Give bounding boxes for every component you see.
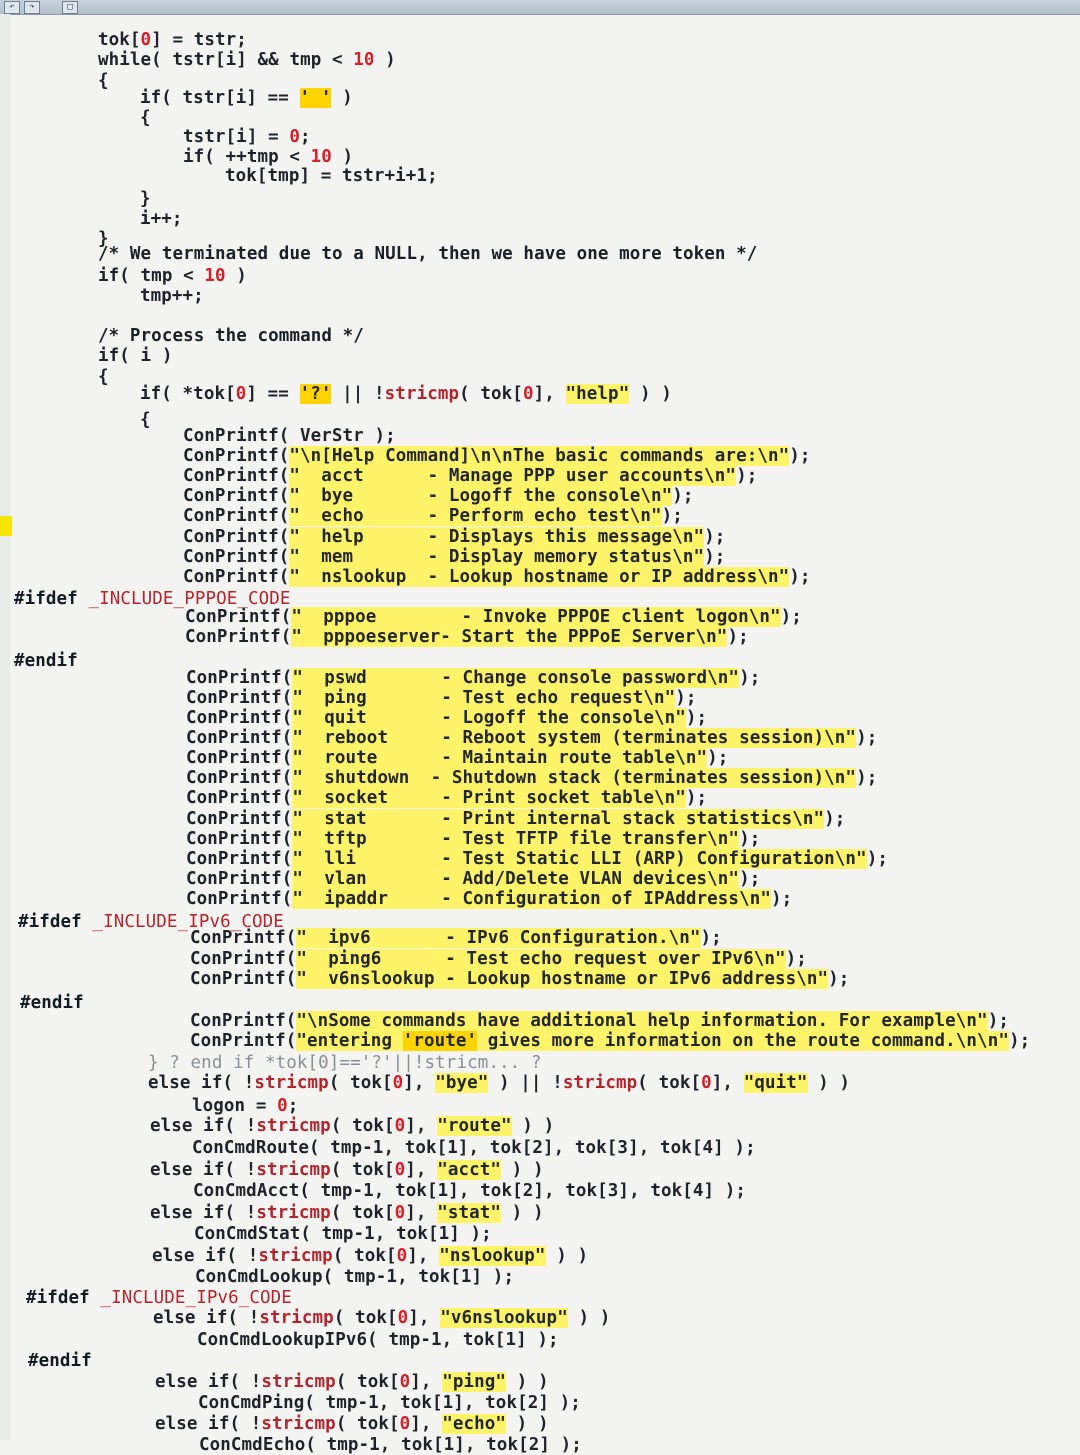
- code-line: {: [98, 71, 109, 91]
- preprocessor-endif-line: #endif: [14, 651, 78, 671]
- code-comment-line: /* Process the command */: [98, 326, 364, 346]
- code-line: ConPrintf(" help - Displays this message…: [183, 527, 726, 547]
- code-line: ConPrintf(" nslookup - Lookup hostname o…: [183, 567, 811, 587]
- code-line: ConPrintf(" v6nslookup - Lookup hostname…: [190, 969, 850, 989]
- code-line: ConPrintf(" shutdown - Shutdown stack (t…: [186, 768, 878, 788]
- code-line: ConCmdRoute( tmp-1, tok[1], tok[2], tok[…: [192, 1138, 756, 1158]
- code-line: if( *tok[0] == '?' || !stricmp( tok[0], …: [140, 384, 672, 404]
- code-line: ConPrintf(" vlan - Add/Delete VLAN devic…: [186, 869, 761, 889]
- code-line: if( tstr[i] == ' ' ): [140, 88, 353, 108]
- code-line: ConPrintf( VerStr );: [183, 426, 396, 446]
- code-line: ConPrintf(" bye - Logoff the console\n")…: [183, 486, 694, 506]
- ifdef-keyword: #ifdef: [14, 589, 78, 609]
- code-line: else if( !stricmp( tok[0], "bye" ) || !s…: [148, 1073, 851, 1093]
- preprocessor-endif-line: #endif: [28, 1351, 92, 1371]
- code-line: i++;: [140, 209, 183, 229]
- code-line: }: [140, 189, 151, 209]
- preprocessor-ifdef-line: #ifdef _INCLUDE_IPv6_CODE: [26, 1288, 292, 1308]
- code-line: ConPrintf(" tftp - Test TFTP file transf…: [186, 829, 761, 849]
- code-line: ConPrintf(" pppoeserver- Start the PPPoE…: [185, 627, 749, 647]
- editor-toolbar: ↶ ↷ □: [0, 0, 1080, 15]
- code-line: ConPrintf(" route - Maintain route table…: [186, 748, 729, 768]
- code-line: ConPrintf(" ipaddr - Configuration of IP…: [186, 889, 793, 909]
- code-line: else if( !stricmp( tok[0], "nslookup" ) …: [152, 1246, 589, 1266]
- file-icon[interactable]: □: [62, 1, 78, 14]
- code-line: ConPrintf("\n[Help Command]\n\nThe basic…: [183, 446, 811, 466]
- preprocessor-endif-line: #endif: [20, 993, 84, 1013]
- code-line: while( tstr[i] && tmp < 10 ): [98, 50, 396, 70]
- forward-arrow-icon[interactable]: ↷: [24, 1, 40, 14]
- code-line: ConPrintf(" acct - Manage PPP user accou…: [183, 466, 758, 486]
- code-line: else if( !stricmp( tok[0], "v6nslookup" …: [153, 1308, 611, 1328]
- code-line: else if( !stricmp( tok[0], "ping" ) ): [155, 1372, 549, 1392]
- back-arrow-icon[interactable]: ↶: [4, 1, 20, 14]
- code-line: ConPrintf(" socket - Print socket table\…: [186, 788, 708, 808]
- preprocessor-ifdef-line: #ifdef _INCLUDE_PPPOE_CODE: [14, 589, 291, 609]
- code-line: tstr[i] = 0;: [183, 127, 311, 147]
- code-line: if( i ): [98, 346, 173, 366]
- code-line: ConPrintf("\nSome commands have addition…: [190, 1011, 1009, 1031]
- code-line: ConPrintf(" mem - Display memory status\…: [183, 547, 726, 567]
- code-line: {: [140, 410, 151, 430]
- macro-name: _INCLUDE_PPPOE_CODE: [88, 589, 291, 609]
- ifdef-keyword: #ifdef: [26, 1288, 90, 1308]
- code-line: ConPrintf(" lli - Test Static LLI (ARP) …: [186, 849, 888, 869]
- code-line: ConPrintf(" pppoe - Invoke PPPOE client …: [185, 607, 802, 627]
- code-line: {: [140, 108, 151, 128]
- code-comment-line: /* We terminated due to a NULL, then we …: [98, 244, 758, 264]
- code-line: else if( !stricmp( tok[0], "route" ) ): [150, 1116, 555, 1136]
- code-line: ConPrintf(" stat - Print internal stack …: [186, 809, 846, 829]
- ifdef-keyword: #ifdef: [18, 912, 82, 932]
- code-line: {: [98, 367, 109, 387]
- fold-hint-line: } ? end if *tok[0]=='?'||!stricm... ?: [148, 1053, 542, 1073]
- code-line: tok[0] = tstr;: [98, 30, 247, 50]
- code-line: else if( !stricmp( tok[0], "acct" ) ): [150, 1160, 544, 1180]
- code-line: ConCmdPing( tmp-1, tok[1], tok[2] );: [198, 1393, 581, 1413]
- code-line: ConCmdEcho( tmp-1, tok[1], tok[2] );: [199, 1435, 582, 1455]
- code-line: ConPrintf("entering 'route' gives more i…: [190, 1031, 1031, 1051]
- code-line: ConCmdLookupIPv6( tmp-1, tok[1] );: [197, 1330, 559, 1350]
- macro-name: _INCLUDE_IPv6_CODE: [100, 1288, 292, 1308]
- code-line: ConPrintf(" ping - Test echo request\n")…: [186, 688, 697, 708]
- code-line: else if( !stricmp( tok[0], "echo" ) ): [155, 1414, 549, 1434]
- code-line: logon = 0;: [192, 1096, 299, 1116]
- code-line: ConPrintf(" ping6 - Test echo request ov…: [190, 949, 807, 969]
- code-line: ConPrintf(" echo - Perform echo test\n")…: [183, 506, 683, 526]
- code-line: ConPrintf(" quit - Logoff the console\n"…: [186, 708, 708, 728]
- code-line: ConCmdStat( tmp-1, tok[1] );: [194, 1224, 492, 1244]
- code-line: if( tmp < 10 ): [98, 266, 247, 286]
- code-line: ConPrintf(" ipv6 - IPv6 Configuration.\n…: [190, 928, 722, 948]
- code-line: if( ++tmp < 10 ): [183, 147, 354, 167]
- code-line: ConPrintf(" pswd - Change console passwo…: [186, 668, 761, 688]
- code-line: ConCmdLookup( tmp-1, tok[1] );: [195, 1267, 515, 1287]
- code-line: else if( !stricmp( tok[0], "stat" ) ): [150, 1203, 544, 1223]
- code-editor[interactable]: tok[0] = tstr; while( tstr[i] && tmp < 10…: [0, 14, 1080, 1455]
- code-line: tok[tmp] = tstr+i+1;: [225, 166, 438, 186]
- code-line: ConPrintf(" reboot - Reboot system (term…: [186, 728, 878, 748]
- code-line: ConCmdAcct( tmp-1, tok[1], tok[2], tok[3…: [193, 1181, 747, 1201]
- code-line: tmp++;: [140, 286, 204, 306]
